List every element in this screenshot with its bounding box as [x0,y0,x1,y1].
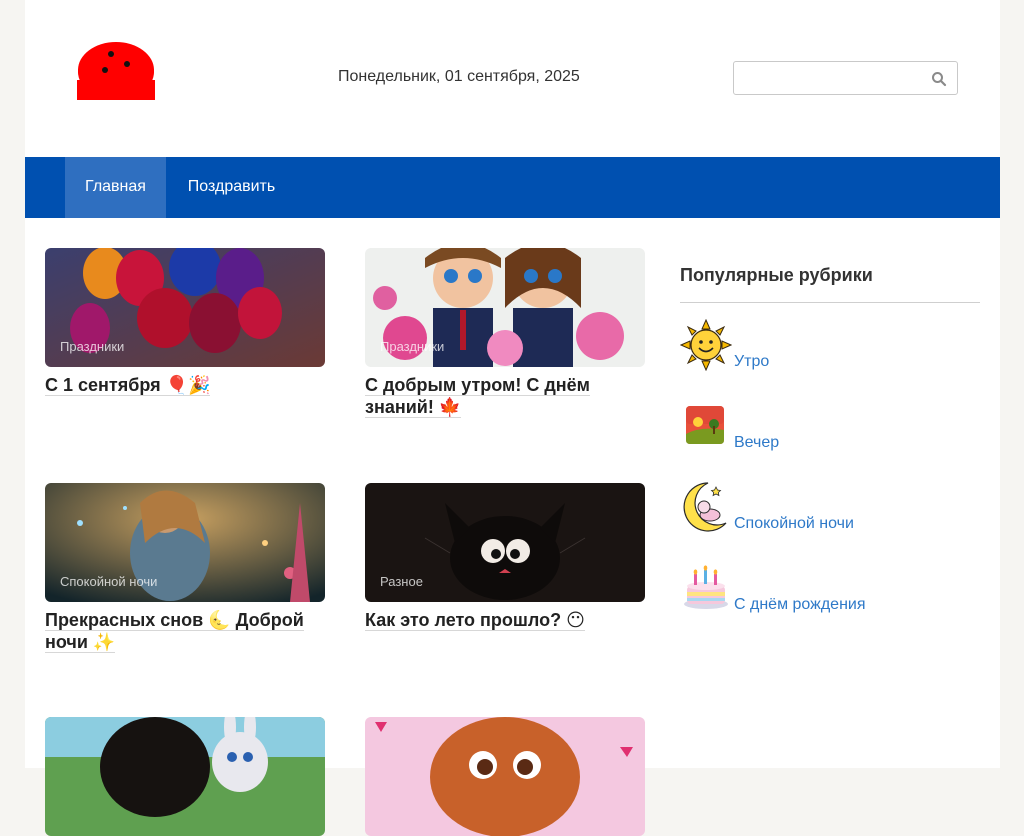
search-icon[interactable] [931,71,947,87]
post-category[interactable]: Праздники [60,339,124,354]
sidebar-link-morning[interactable]: Утро [734,353,769,371]
post-thumbnail[interactable] [365,717,645,836]
sidebar-item-evening[interactable]: Вечер [680,400,980,481]
search-input[interactable] [742,68,926,90]
main-nav: Главная Поздравить [25,157,1000,218]
post-card[interactable]: Разное Как это лето прошло? 😶 [365,483,645,632]
post-title[interactable]: Прекрасных снов 🌜 Доброй ночи ✨ [45,610,304,653]
sidebar-item-good-night[interactable]: Спокойной ночи [680,481,980,562]
sidebar-heading: Популярные рубрики [680,248,980,303]
post-card[interactable] [45,717,325,836]
post-thumbnail[interactable]: Праздники [45,248,325,367]
post-thumbnail[interactable] [45,717,325,836]
moon-icon[interactable] [680,481,732,533]
sidebar-item-morning[interactable]: Утро [680,319,980,400]
page: Понедельник, 01 сентября, 2025 Главная П… [25,0,1000,836]
post-card[interactable]: Спокойной ночи Прекрасных снов 🌜 Доброй … [45,483,325,654]
post-title[interactable]: С 1 сентября 🎈🎉 [45,375,211,396]
sunset-icon[interactable] [680,400,732,452]
sidebar: Популярные рубрики Утро Вечер Спокойной … [680,248,980,643]
sidebar-link-good-night[interactable]: Спокойной ночи [734,515,854,533]
site-header: Понедельник, 01 сентября, 2025 [25,0,1000,157]
sidebar-link-evening[interactable]: Вечер [734,434,779,452]
post-card[interactable] [365,717,645,836]
post-thumbnail[interactable]: Разное [365,483,645,602]
post-title[interactable]: Как это лето прошло? 😶 [365,610,585,631]
post-title[interactable]: С добрым утром! С днём знаний! 🍁 [365,375,590,418]
post-card[interactable]: Праздники С добрым утром! С днём знаний!… [365,248,645,419]
cake-icon[interactable] [680,562,732,614]
site-logo[interactable] [77,40,155,100]
post-category[interactable]: Праздники [380,339,444,354]
search-box[interactable] [733,61,958,95]
nav-item-home[interactable]: Главная [65,157,166,218]
current-date: Понедельник, 01 сентября, 2025 [338,68,580,85]
nav-item-congratulate[interactable]: Поздравить [166,157,297,218]
post-thumbnail[interactable]: Праздники [365,248,645,367]
sun-icon[interactable] [680,319,732,371]
post-category[interactable]: Разное [380,574,423,589]
sidebar-link-birthday[interactable]: С днём рождения [734,596,866,614]
post-card[interactable]: Праздники С 1 сентября 🎈🎉 [45,248,325,397]
post-category[interactable]: Спокойной ночи [60,574,157,589]
post-thumbnail[interactable]: Спокойной ночи [45,483,325,602]
sidebar-item-birthday[interactable]: С днём рождения [680,562,980,643]
